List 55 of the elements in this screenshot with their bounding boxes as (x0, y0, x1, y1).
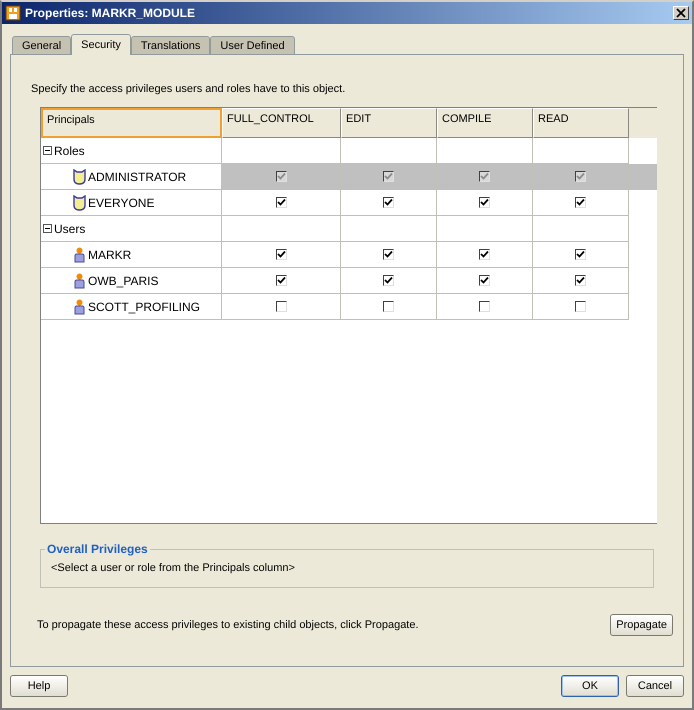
table-row[interactable]: ADMINISTRATOR (41, 164, 657, 190)
overall-privileges-text: <Select a user or role from the Principals column> (51, 562, 296, 574)
checkbox[interactable] (276, 275, 286, 286)
tab[interactable]: Translations (130, 36, 210, 54)
checkbox[interactable] (383, 197, 394, 208)
checkbox[interactable] (479, 301, 490, 312)
checkbox[interactable] (383, 275, 394, 286)
checkbox[interactable] (276, 301, 286, 312)
propagate-note: To propagate these access privileges to existing child objects, click Propagate. (37, 619, 419, 631)
person-icon (73, 246, 86, 262)
checkbox[interactable] (575, 197, 586, 208)
column-header[interactable]: EDIT (341, 108, 437, 138)
app-icon (5, 5, 21, 21)
checkbox[interactable] (276, 197, 286, 208)
shield-icon (73, 168, 86, 184)
checkbox[interactable] (575, 275, 586, 286)
window-title: Properties: MARKR_MODULE (25, 6, 196, 20)
person-icon (73, 298, 86, 314)
tab[interactable]: General (12, 36, 72, 54)
checkbox[interactable] (479, 197, 490, 208)
column-header[interactable]: COMPILE (437, 108, 533, 138)
checkbox[interactable] (575, 249, 586, 260)
collapse-icon[interactable] (43, 146, 52, 155)
group-label[interactable]: Roles (54, 144, 85, 158)
shield-icon (73, 194, 86, 210)
close-icon (676, 8, 686, 18)
ok-button[interactable]: OK (561, 675, 619, 697)
close-button[interactable] (673, 6, 689, 20)
cancel-button[interactable]: Cancel (626, 675, 684, 697)
column-header[interactable]: READ (533, 108, 629, 138)
checkbox[interactable] (383, 249, 394, 260)
checkbox[interactable] (383, 301, 394, 312)
principal-name[interactable]: EVERYONE (88, 196, 154, 210)
instructions-text: Specify the access privileges users and roles have to this object. (31, 83, 346, 97)
tab[interactable]: User Defined (210, 36, 295, 54)
tab[interactable]: Security (71, 34, 131, 55)
group-title: Overall Privileges (46, 542, 149, 556)
table-row[interactable]: SCOTT_PROFILING (41, 294, 657, 320)
person-icon (73, 272, 86, 288)
column-header[interactable]: Principals (41, 108, 222, 138)
principal-name[interactable]: SCOTT_PROFILING (88, 300, 200, 314)
table-row[interactable]: EVERYONE (41, 190, 657, 216)
column-header[interactable]: FULL_CONTROL (222, 108, 341, 138)
group-label[interactable]: Users (54, 222, 86, 236)
principal-name[interactable]: OWB_PARIS (88, 274, 158, 288)
checkbox[interactable] (276, 249, 286, 260)
table-row[interactable]: MARKR (41, 242, 657, 268)
help-button[interactable]: Help (10, 675, 68, 697)
propagate-button[interactable]: Propagate (610, 614, 673, 636)
checkbox[interactable] (479, 249, 490, 260)
checkbox[interactable] (479, 275, 490, 286)
checkbox[interactable] (575, 301, 586, 312)
principal-name[interactable]: MARKR (88, 248, 132, 262)
table-row[interactable]: OWB_PARIS (41, 268, 657, 294)
collapse-icon[interactable] (43, 224, 52, 233)
